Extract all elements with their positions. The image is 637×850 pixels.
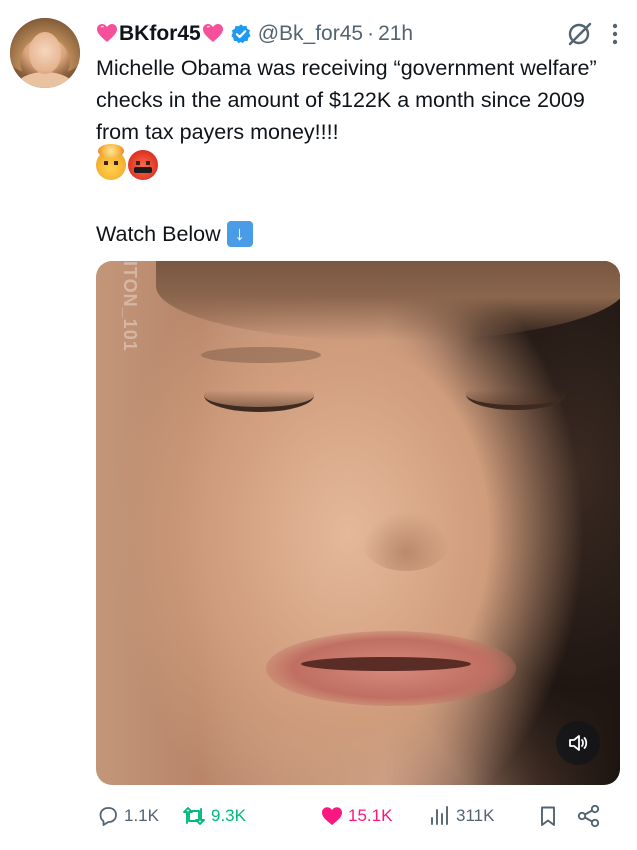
share-icon bbox=[577, 804, 600, 828]
video-frame-brow bbox=[201, 347, 321, 363]
views-button[interactable]: 311K bbox=[428, 798, 494, 834]
display-name[interactable]: BKfor45 bbox=[119, 22, 201, 46]
emoji-row bbox=[96, 144, 158, 186]
share-button[interactable] bbox=[576, 798, 606, 834]
avatar-face bbox=[29, 32, 61, 74]
like-button[interactable]: 15.1K bbox=[320, 798, 392, 834]
avatar[interactable] bbox=[10, 18, 80, 88]
handle[interactable]: @Bk_for45 bbox=[258, 22, 363, 46]
repost-count: 9.3K bbox=[211, 806, 246, 825]
grok-icon[interactable] bbox=[565, 20, 593, 48]
like-count: 15.1K bbox=[348, 806, 393, 825]
repost-icon bbox=[183, 807, 205, 825]
verified-badge-icon[interactable] bbox=[230, 23, 252, 45]
video-watermark: ITON_101 bbox=[120, 261, 140, 352]
watch-below-line: Watch Below ↓ bbox=[96, 218, 253, 250]
tweet-header: BKfor45 @Bk_for45 · 21h bbox=[96, 20, 619, 48]
video-player[interactable]: ITON_101 bbox=[96, 261, 620, 785]
mute-icon bbox=[569, 735, 588, 751]
exploding-head-emoji-icon bbox=[96, 144, 126, 180]
views-icon bbox=[431, 806, 448, 825]
down-arrow-emoji-icon: ↓ bbox=[226, 221, 253, 247]
action-bar: 1.1K 9.3K 15.1K 311K bbox=[96, 798, 620, 834]
avatar-shoulders bbox=[16, 72, 74, 88]
video-frame-eye bbox=[466, 379, 566, 410]
video-frame-mouth-gap bbox=[301, 657, 471, 671]
more-icon[interactable] bbox=[611, 22, 619, 46]
reply-count: 1.1K bbox=[124, 806, 159, 825]
timestamp[interactable]: 21h bbox=[378, 22, 413, 46]
watch-below-text: Watch Below bbox=[96, 222, 221, 246]
video-frame-eye bbox=[204, 379, 314, 412]
repost-button[interactable]: 9.3K bbox=[181, 798, 246, 834]
mute-button[interactable] bbox=[556, 721, 600, 765]
tweet-text: Michelle Obama was receiving “government… bbox=[96, 56, 603, 144]
heart-emoji-icon bbox=[96, 23, 118, 46]
video-frame-hair bbox=[156, 261, 620, 341]
bookmark-icon bbox=[541, 806, 555, 826]
reply-icon bbox=[99, 807, 117, 826]
heart-emoji-icon bbox=[202, 23, 224, 46]
like-icon bbox=[322, 807, 342, 825]
video-frame-nose bbox=[361, 511, 451, 571]
separator-dot: · bbox=[367, 22, 375, 45]
views-count: 311K bbox=[456, 806, 495, 825]
bookmark-button[interactable] bbox=[536, 798, 564, 834]
cursing-face-emoji-icon bbox=[128, 150, 158, 180]
reply-button[interactable]: 1.1K bbox=[96, 798, 159, 834]
